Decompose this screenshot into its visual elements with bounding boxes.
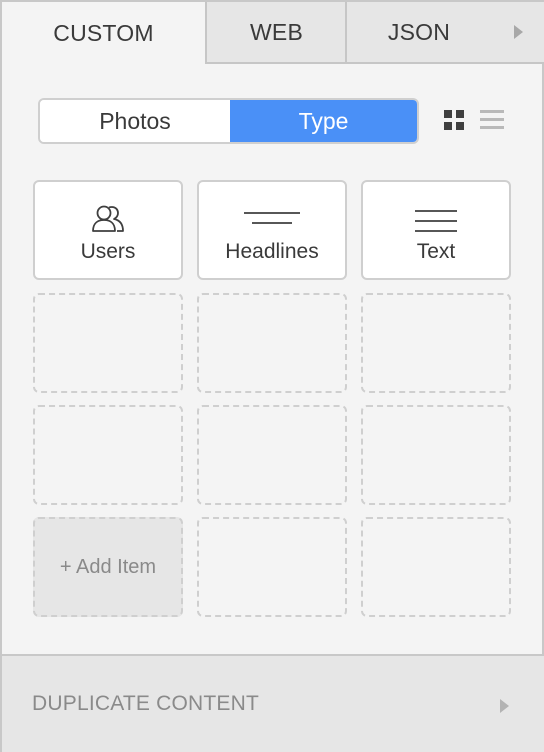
tab-bar: CUSTOM WEB JSON [2, 2, 544, 64]
item-headlines[interactable]: Headlines [197, 180, 347, 280]
empty-slot[interactable] [361, 517, 511, 617]
segment-type[interactable]: Type [230, 100, 417, 142]
tab-custom[interactable]: CUSTOM [2, 2, 205, 64]
triangle-right-icon [513, 25, 523, 39]
item-label: Headlines [225, 240, 319, 263]
empty-slot[interactable] [197, 517, 347, 617]
tabs-more-button[interactable] [490, 2, 544, 64]
item-label: Text [416, 240, 456, 263]
item-text[interactable]: Text [361, 180, 511, 280]
empty-slot[interactable] [361, 405, 511, 505]
grid-view-icon[interactable] [444, 110, 464, 130]
segment-photos[interactable]: Photos [40, 100, 230, 142]
duplicate-content-label: DUPLICATE CONTENT [32, 692, 260, 715]
empty-slot[interactable] [33, 405, 183, 505]
tab-web[interactable]: WEB [205, 2, 346, 64]
list-view-icon[interactable] [480, 110, 504, 130]
triangle-right-icon [500, 699, 509, 713]
text-lines-icon [415, 210, 457, 232]
empty-slot[interactable] [33, 293, 183, 393]
panel: CUSTOM WEB JSON Photos Type Users Headli… [0, 0, 544, 752]
tab-json[interactable]: JSON [345, 2, 491, 64]
add-item-button[interactable]: + Add Item [33, 517, 183, 617]
empty-slot[interactable] [197, 293, 347, 393]
users-icon [92, 205, 124, 232]
empty-slot[interactable] [197, 405, 347, 505]
headlines-icon [244, 212, 300, 224]
empty-slot[interactable] [361, 293, 511, 393]
content-type-segmented-control: Photos Type [38, 98, 419, 144]
item-label: Users [80, 240, 136, 263]
duplicate-content-row[interactable]: DUPLICATE CONTENT [2, 654, 544, 752]
item-users[interactable]: Users [33, 180, 183, 280]
